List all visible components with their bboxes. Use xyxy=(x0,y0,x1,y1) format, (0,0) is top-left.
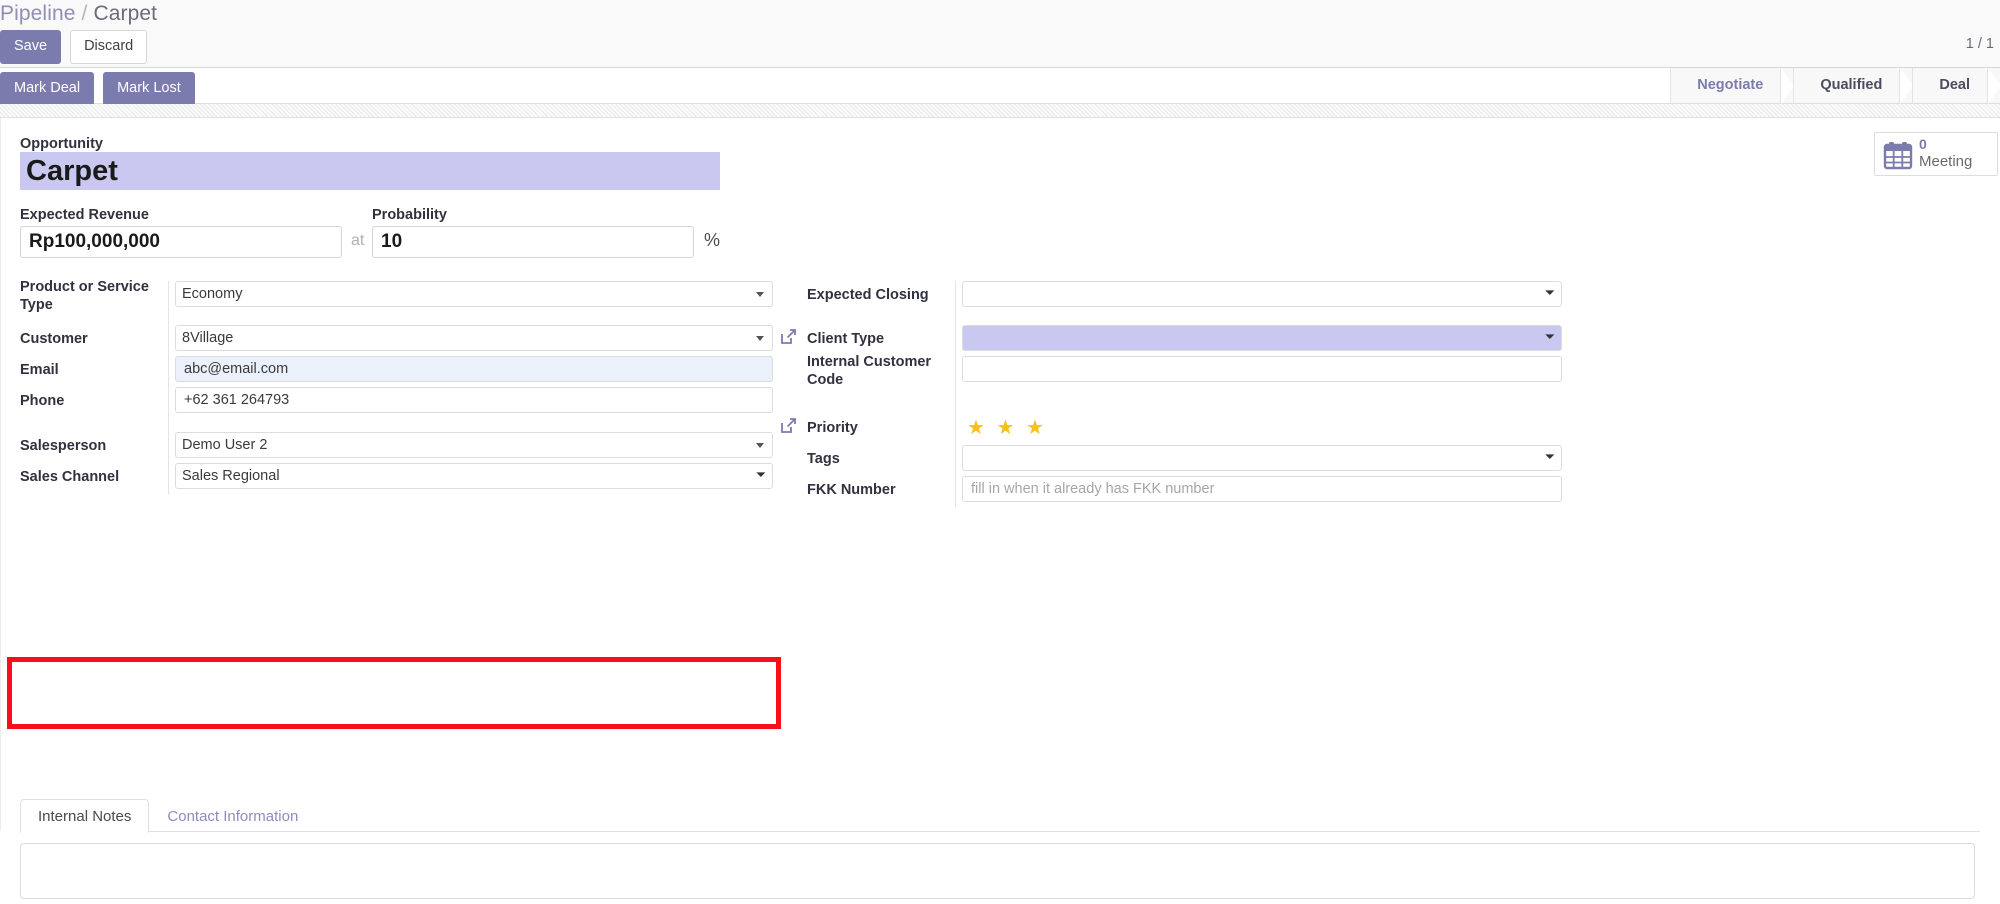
customer-label: Customer xyxy=(20,331,88,347)
phone-label: Phone xyxy=(20,393,65,409)
field-row-priority: Priority ★ ★ ★ xyxy=(781,414,1562,445)
tab-contact-information[interactable]: Contact Information xyxy=(149,799,316,833)
save-button[interactable]: Save xyxy=(0,30,62,64)
tags-label: Tags xyxy=(807,451,840,467)
notebook-tabs: Internal Notes Contact Information xyxy=(20,798,1980,833)
workflow-buttons: Mark Deal Mark Lost xyxy=(0,72,204,106)
salesperson-label: Salesperson xyxy=(20,438,107,454)
stage-statusbar: Negotiate Qualified Deal xyxy=(1670,68,2000,104)
fkk-number-input[interactable] xyxy=(962,476,1562,502)
phone-input[interactable] xyxy=(175,387,773,413)
meeting-count: 0 xyxy=(1919,136,1927,152)
internal-customer-code-input[interactable] xyxy=(962,356,1562,382)
stage-deal[interactable]: Deal xyxy=(1912,68,2000,104)
probability-input[interactable] xyxy=(372,226,694,258)
field-row-sales-channel: Sales Channel Sales Regional ⏷ xyxy=(20,463,773,494)
field-row-customer: Customer 8Village xyxy=(20,325,773,356)
client-type-label: Client Type xyxy=(807,331,885,347)
control-panel: Pipeline / Carpet Save Discard 1 / 1 xyxy=(0,0,2000,68)
field-row-email: Email xyxy=(20,356,773,387)
priority-stars[interactable]: ★ ★ ★ xyxy=(967,415,1047,440)
product-type-label: Product or Service Type xyxy=(20,279,149,313)
field-row-expected-closing: Expected Closing ⏷ xyxy=(807,281,1562,325)
expected-revenue-label: Expected Revenue xyxy=(20,207,149,223)
opportunity-input[interactable] xyxy=(20,152,720,190)
field-row-product-type: Product or Service Type Economy xyxy=(20,279,773,325)
priority-label: Priority xyxy=(807,420,858,436)
right-field-group: Expected Closing ⏷ Client Type ⏷ Interna… xyxy=(781,281,1562,507)
opportunity-label: Opportunity xyxy=(20,136,103,152)
field-row-client-type: Client Type ⏷ xyxy=(781,325,1562,356)
external-link-icon[interactable] xyxy=(780,417,797,434)
annotation-highlight-box xyxy=(7,657,781,729)
probability-label: Probability xyxy=(372,207,447,223)
expected-closing-label: Expected Closing xyxy=(807,287,929,303)
percent-symbol: % xyxy=(704,230,721,250)
breadcrumb-separator: / xyxy=(81,2,88,25)
salesperson-select[interactable]: Demo User 2 xyxy=(175,432,773,458)
stage-qualified[interactable]: Qualified xyxy=(1793,68,1914,104)
breadcrumb: Pipeline / Carpet xyxy=(0,2,157,26)
field-row-salesperson: Salesperson Demo User 2 xyxy=(20,432,773,463)
internal-customer-code-label: Internal Customer Code xyxy=(807,354,932,388)
email-label: Email xyxy=(20,362,59,378)
customer-select[interactable]: 8Village xyxy=(175,325,773,351)
client-type-select[interactable] xyxy=(962,325,1562,351)
tags-select[interactable] xyxy=(962,445,1562,471)
internal-notes-textarea[interactable] xyxy=(20,843,1975,899)
at-separator: at xyxy=(351,232,365,249)
email-input[interactable] xyxy=(175,356,773,382)
expected-revenue-input[interactable] xyxy=(20,226,342,258)
fkk-number-label: FKK Number xyxy=(807,482,896,498)
sales-channel-select[interactable]: Sales Regional xyxy=(175,463,773,489)
sheet-background-strip xyxy=(0,104,2000,118)
sales-channel-label: Sales Channel xyxy=(20,469,120,485)
discard-button[interactable]: Discard xyxy=(70,30,148,64)
record-action-buttons: Save Discard xyxy=(0,30,148,64)
breadcrumb-current: Carpet xyxy=(93,2,158,25)
calendar-icon xyxy=(1883,142,1913,170)
tab-internal-notes[interactable]: Internal Notes xyxy=(20,799,150,833)
field-row-internal-customer-code: Internal Customer Code xyxy=(807,354,1562,400)
field-row-phone: Phone xyxy=(20,387,773,418)
pager[interactable]: 1 / 1 xyxy=(1966,36,1994,52)
mark-lost-button[interactable]: Mark Lost xyxy=(103,72,195,106)
external-link-icon[interactable] xyxy=(780,328,797,345)
breadcrumb-parent[interactable]: Pipeline xyxy=(0,2,76,25)
field-row-tags: Tags ⏷ xyxy=(807,445,1562,476)
left-field-group: Product or Service Type Economy Customer… xyxy=(20,279,773,494)
notebook: Internal Notes Contact Information xyxy=(20,798,1980,904)
meeting-smart-button[interactable]: 0 Meeting xyxy=(1874,132,1998,176)
statusbar-row: Mark Deal Mark Lost Negotiate Qualified D… xyxy=(0,68,2000,106)
form-sheet: 0 Meeting Opportunity Expected Revenue a… xyxy=(0,118,2000,899)
expected-closing-select[interactable] xyxy=(962,281,1562,307)
product-type-select[interactable]: Economy xyxy=(175,281,773,307)
mark-deal-button[interactable]: Mark Deal xyxy=(0,72,95,106)
meeting-label: Meeting xyxy=(1919,153,1973,170)
field-row-fkk-number: FKK Number xyxy=(807,476,1562,507)
stage-negotiate[interactable]: Negotiate xyxy=(1670,68,1795,104)
